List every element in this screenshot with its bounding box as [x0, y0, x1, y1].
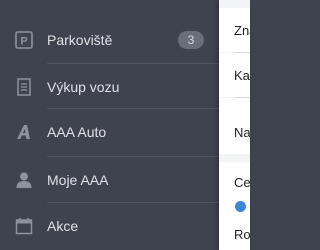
menu-item-label: Moje AAA	[47, 172, 109, 188]
form-row-label: Na	[234, 124, 250, 140]
menu-item-vykup-vozu[interactable]: Výkup vozu	[0, 63, 219, 111]
aaa-logo-icon	[15, 123, 33, 141]
form-row[interactable]: Zna	[219, 8, 250, 52]
form-row-label: Ce	[234, 175, 250, 190]
menu-item-label: Parkoviště	[47, 32, 113, 48]
main-content-panel[interactable]: Zna Ka Pa Na Ce Ro	[219, 0, 250, 250]
radio-selected-icon[interactable]	[235, 201, 246, 212]
form-row[interactable]: Ce Ro	[219, 162, 250, 250]
form-row[interactable]: Ka	[219, 53, 250, 97]
user-icon	[15, 171, 33, 189]
count-badge: 3	[178, 31, 204, 49]
side-menu: P Parkoviště 3 Výkup vozu AAA Auto Moje …	[0, 0, 219, 250]
menu-item-parkoviste[interactable]: P Parkoviště 3	[0, 16, 219, 64]
menu-item-label: Akce	[47, 218, 79, 234]
menu-item-aaa-auto[interactable]: AAA Auto	[0, 108, 219, 156]
menu-item-label: Výkup vozu	[47, 79, 120, 95]
menu-item-akce[interactable]: Akce	[0, 202, 219, 250]
form-row-label: Ro	[234, 227, 250, 242]
form-row-label: Zna	[234, 22, 250, 38]
form-row[interactable]: Na	[219, 110, 250, 154]
menu-item-label: AAA Auto	[47, 124, 107, 140]
document-icon	[15, 78, 33, 96]
form-row-label: Ka	[234, 67, 250, 83]
parking-icon: P	[15, 31, 33, 49]
menu-item-moje-aaa[interactable]: Moje AAA	[0, 156, 219, 204]
calendar-icon	[15, 217, 33, 235]
svg-text:P: P	[20, 36, 27, 48]
